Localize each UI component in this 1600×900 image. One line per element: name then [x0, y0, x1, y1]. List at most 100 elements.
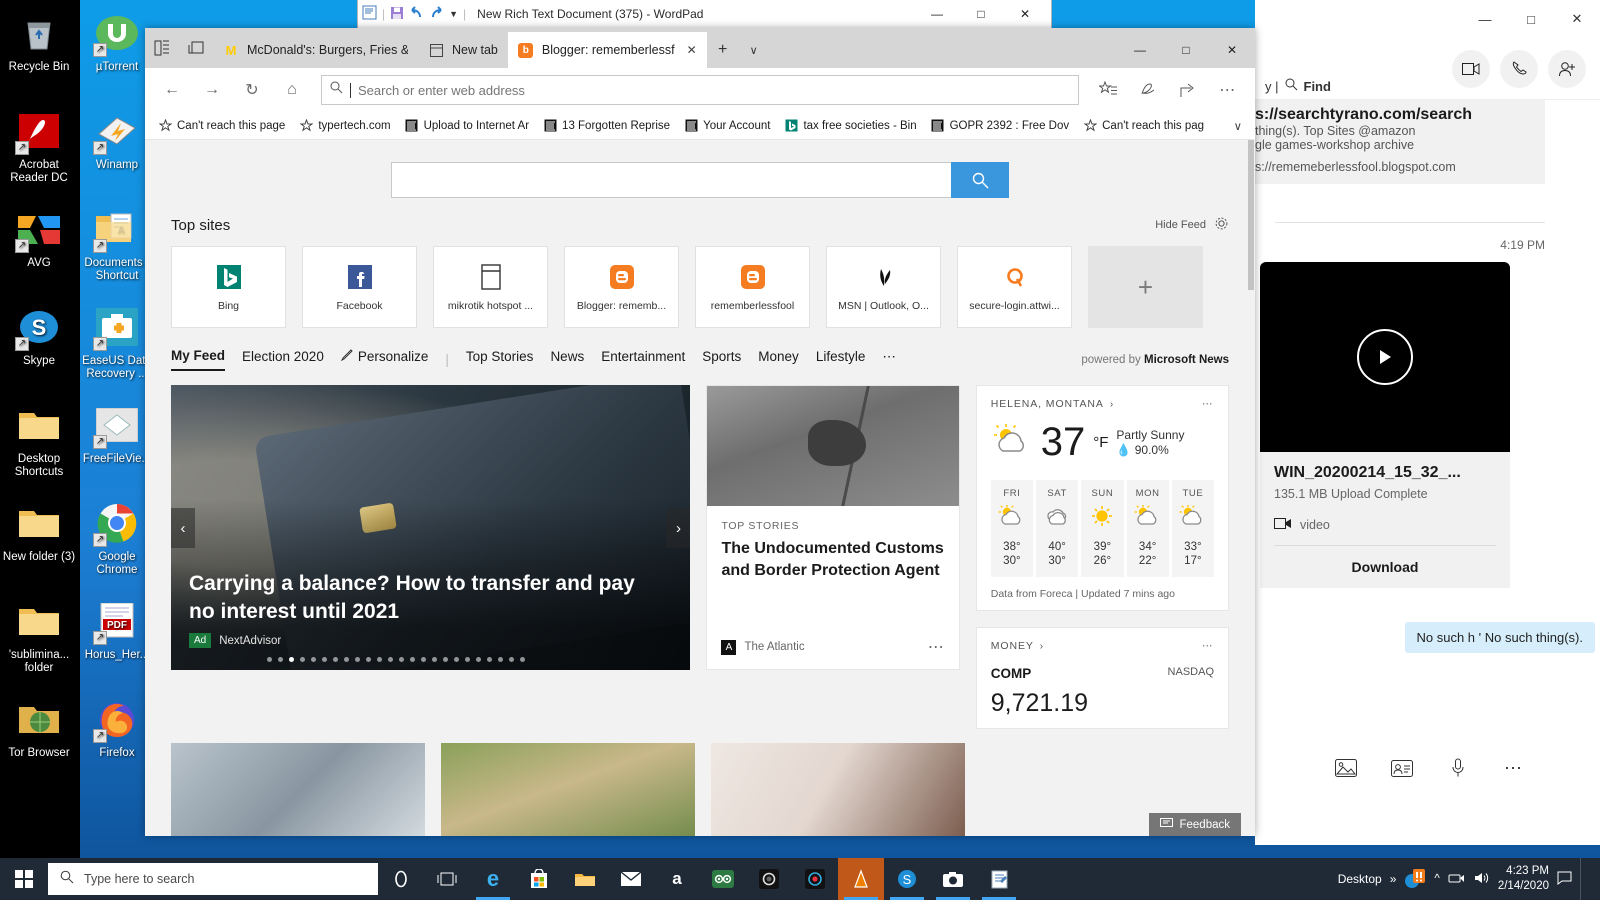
add-tile-button[interactable]: +: [1088, 246, 1203, 328]
audio-call-icon[interactable]: [1500, 49, 1538, 88]
favorites-overflow-chevron[interactable]: ∨: [1229, 117, 1247, 135]
carousel-dot[interactable]: [520, 657, 525, 662]
desktop-icon-skype[interactable]: S ↗ Skype: [0, 300, 78, 398]
carousel-dot[interactable]: [355, 657, 360, 662]
feed-tab-lifestyle[interactable]: Lifestyle: [816, 349, 866, 370]
set-tabs-aside-icon[interactable]: [145, 28, 179, 68]
carousel-dot[interactable]: [443, 657, 448, 662]
money-title[interactable]: MONEY: [991, 640, 1034, 652]
top-site-tile[interactable]: MSN | Outlook, O...: [826, 246, 941, 328]
more-icon[interactable]: ⋯: [1209, 73, 1247, 107]
top-site-tile[interactable]: Blogger: rememb...: [564, 246, 679, 328]
avg-tray-icon[interactable]: [1404, 867, 1426, 892]
feed-tab-sports[interactable]: Sports: [702, 349, 741, 370]
skype-window[interactable]: — □ ✕ y | Find s://searchtyrano.com/sear…: [1255, 0, 1600, 845]
feed-nav-more[interactable]: ⋯: [882, 349, 896, 371]
skype-minimize-button[interactable]: —: [1462, 3, 1508, 35]
carousel-dot[interactable]: [465, 657, 470, 662]
tab-blogger[interactable]: b Blogger: rememberlessf ✕: [507, 32, 707, 68]
favorite-item[interactable]: GOPR 2392 : Free Dov: [926, 117, 1075, 135]
gallery-icon[interactable]: [1329, 751, 1363, 785]
favorite-item[interactable]: typertech.com: [294, 117, 395, 135]
chevron-left-icon[interactable]: ‹: [171, 508, 195, 548]
play-icon[interactable]: [1357, 329, 1413, 385]
wordpad-app-icon[interactable]: [362, 5, 377, 23]
top-site-tile[interactable]: secure-login.attwi...: [957, 246, 1072, 328]
carousel-dot[interactable]: [289, 657, 294, 662]
camera-app-icon[interactable]: [746, 858, 792, 900]
carousel-dot[interactable]: [487, 657, 492, 662]
feed-card-image-3[interactable]: [711, 743, 965, 836]
mail-icon[interactable]: [608, 858, 654, 900]
feed-tab-election-2020[interactable]: Election 2020: [242, 349, 324, 370]
page-scrollbar[interactable]: [1247, 140, 1255, 836]
favorite-item[interactable]: Your Account: [679, 117, 775, 135]
carousel-dot[interactable]: [399, 657, 404, 662]
feed-card-image-2[interactable]: [441, 743, 695, 836]
top-stories-card[interactable]: TOP STORIES The Undocumented Customs and…: [706, 385, 960, 670]
carousel-dot[interactable]: [300, 657, 305, 662]
carousel-dot[interactable]: [410, 657, 415, 662]
contact-card-icon[interactable]: [1385, 751, 1419, 785]
carousel-dot[interactable]: [476, 657, 481, 662]
weather-location[interactable]: HELENA, MONTANA: [991, 398, 1104, 410]
desktop-icon-avg[interactable]: ↗ AVG: [0, 202, 78, 300]
more-icon[interactable]: ⋯: [1497, 751, 1531, 785]
feedback-button[interactable]: Feedback: [1149, 813, 1241, 836]
carousel-dot[interactable]: [377, 657, 382, 662]
camera-icon[interactable]: [930, 858, 976, 900]
feed-tab-money[interactable]: Money: [758, 349, 799, 370]
carousel-dot[interactable]: [322, 657, 327, 662]
skype-icon[interactable]: S: [884, 858, 930, 900]
favorite-item[interactable]: Can't reach this page: [153, 117, 290, 135]
network-icon[interactable]: [1448, 871, 1465, 888]
edge-browser-window[interactable]: M McDonald's: Burgers, Fries & New tab b…: [145, 28, 1255, 836]
amazon-icon[interactable]: a: [654, 858, 700, 900]
desktop-peek-label[interactable]: Desktop: [1338, 872, 1382, 886]
wordpad-icon[interactable]: [976, 858, 1022, 900]
top-site-tile[interactable]: Bing: [171, 246, 286, 328]
carousel-dot[interactable]: [498, 657, 503, 662]
feed-card-image-1[interactable]: [171, 743, 425, 836]
hide-feed-button[interactable]: Hide Feed: [1155, 219, 1206, 231]
home-icon[interactable]: ⌂: [273, 73, 311, 107]
redo-icon[interactable]: [429, 5, 444, 23]
video-call-icon[interactable]: [1452, 49, 1490, 88]
notes-icon[interactable]: [1129, 73, 1167, 107]
carousel-dot[interactable]: [267, 657, 272, 662]
money-widget[interactable]: MONEY › ⋯ COMP NASDAQ 9,721.19: [975, 627, 1230, 729]
favorite-item[interactable]: Can't reach this pag: [1078, 117, 1209, 135]
favorite-item[interactable]: tax free societies - Bin: [779, 117, 921, 135]
tabs-you-set-aside-icon[interactable]: [179, 28, 213, 68]
weather-widget[interactable]: HELENA, MONTANA › ⋯ 37 °F Partly Sunny 💧…: [975, 385, 1230, 611]
carousel-dot[interactable]: [421, 657, 426, 662]
browser-minimize-button[interactable]: —: [1117, 32, 1163, 68]
volume-icon[interactable]: [1473, 871, 1490, 888]
search-box[interactable]: [391, 162, 1009, 198]
carousel-dot[interactable]: [333, 657, 338, 662]
desktop-icon-recycle-bin[interactable]: Recycle Bin: [0, 6, 78, 104]
desktop-icon-desktop-shortcuts[interactable]: Desktop Shortcuts: [0, 398, 78, 496]
carousel-dot[interactable]: [278, 657, 283, 662]
more-icon[interactable]: ⋯: [1202, 640, 1214, 652]
cortana-icon[interactable]: [378, 858, 424, 900]
top-site-tile[interactable]: Facebook: [302, 246, 417, 328]
carousel-dot[interactable]: [432, 657, 437, 662]
more-icon[interactable]: ⋯: [1202, 398, 1214, 410]
desktop-icon-new-folder-3[interactable]: New folder (3): [0, 496, 78, 594]
windows-start-icon[interactable]: [0, 858, 48, 900]
forward-arrow-icon[interactable]: →: [193, 73, 231, 107]
wordpad-minimize-button[interactable]: —: [915, 0, 959, 28]
share-icon[interactable]: [1169, 73, 1207, 107]
skype-video-preview[interactable]: [1260, 262, 1510, 452]
carousel-dot[interactable]: [388, 657, 393, 662]
carousel-dot[interactable]: [311, 657, 316, 662]
feed-tab-top-stories[interactable]: Top Stories: [466, 349, 534, 370]
carousel-dot[interactable]: [509, 657, 514, 662]
undo-icon[interactable]: [409, 5, 424, 23]
search-button[interactable]: [951, 162, 1009, 198]
hero-article-card[interactable]: ‹ › Carrying a balance? How to transfer …: [171, 385, 691, 670]
carousel-dot[interactable]: [366, 657, 371, 662]
skype-message-link[interactable]: s://searchtyrano.com/search: [1255, 106, 1535, 124]
browser-close-button[interactable]: ✕: [1209, 32, 1255, 68]
